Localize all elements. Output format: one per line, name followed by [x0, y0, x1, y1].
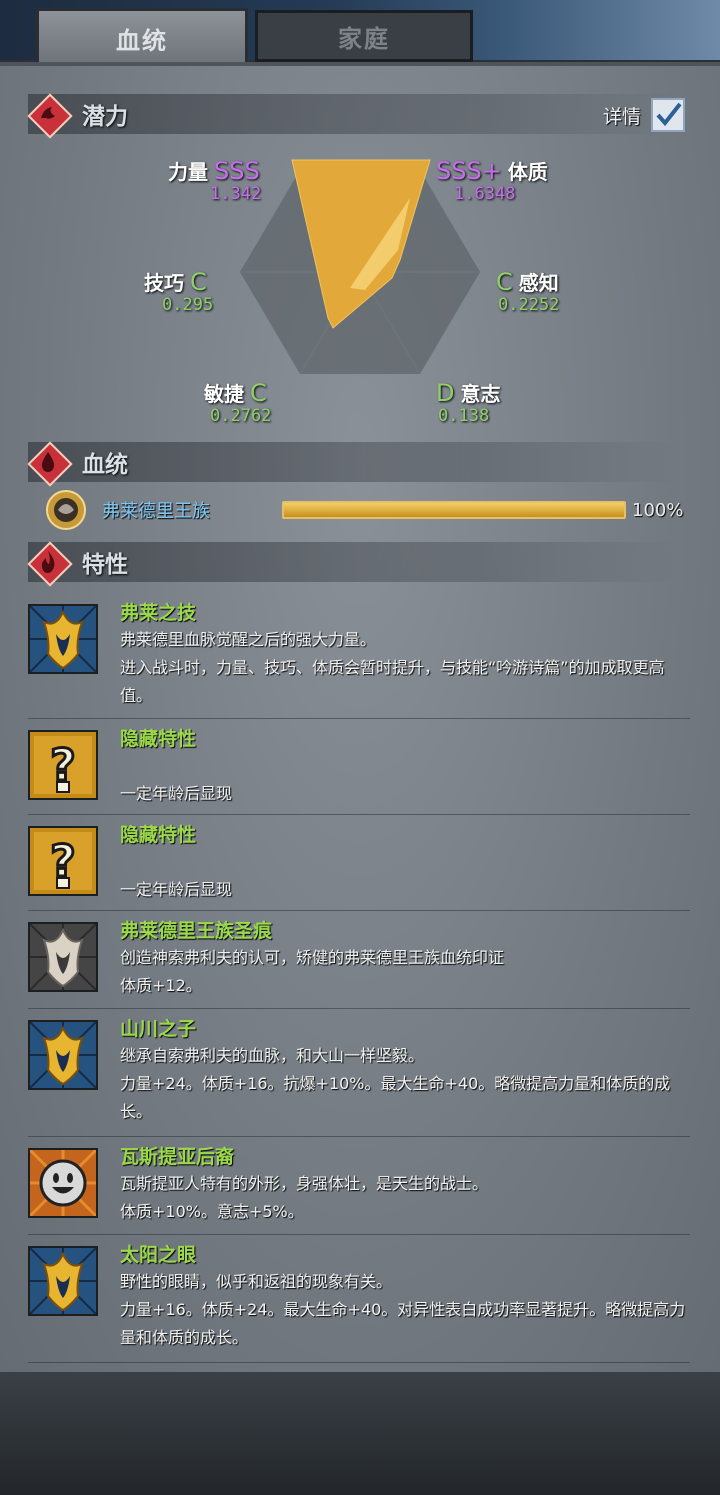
trait-description: 一定年龄后显现: [120, 880, 233, 899]
bloodline-name: 弗莱德里王族: [102, 501, 210, 522]
stat-strength-value: 1.342: [210, 184, 262, 204]
stat-perception-value: 0.2252: [498, 295, 560, 315]
trait-name: 弗莱德里王族圣痕: [120, 920, 273, 942]
stat-will-name: 意志: [460, 382, 501, 406]
traits-header: 特性: [27, 541, 678, 587]
trait-row[interactable]: 太阳之眼野性的眼睛，似乎和返祖的现象有关。 力量+16。体质+24。最大生命+4…: [28, 1240, 690, 1363]
flame-icon: [27, 541, 73, 587]
trait-description: 创造神索弗利夫的认可，矫健的弗莱德里王族血统印证 体质+12。: [120, 948, 505, 995]
potential-header: 潜力: [27, 93, 678, 139]
detail-toggle[interactable]: 详情: [603, 98, 686, 132]
golden-horn-crest-icon: [28, 1020, 98, 1090]
trait-row[interactable]: 瓦斯提亚后裔瓦斯提亚人特有的外形，身强体壮，是天生的战士。 体质+10%。意志+…: [28, 1142, 690, 1235]
trait-name: 隐藏特性: [120, 824, 197, 846]
stat-skill-value: 0.295: [162, 295, 214, 315]
potential-title: 潜力: [82, 104, 128, 130]
trait-description: 弗莱德里血脉觉醒之后的强大力量。 进入战斗时，力量、技巧、体质会暂时提升，与技能…: [120, 630, 665, 705]
stat-perception-grade: C: [496, 268, 513, 296]
stat-constitution-name: 体质: [507, 160, 548, 184]
trait-description: 继承自索弗利夫的血脉，和大山一样坚毅。 力量+24。体质+16。抗爆+10%。最…: [120, 1046, 671, 1121]
stat-will-value: 0.138: [438, 406, 490, 426]
golden-horn-crest-icon: [28, 604, 98, 674]
trait-name: 太阳之眼: [120, 1244, 197, 1266]
potential-icon: [27, 93, 73, 139]
stat-skill: 技巧 C 0.295: [144, 267, 213, 315]
stat-perception-name: 感知: [518, 271, 559, 295]
golden-horn-crest-icon: [28, 1246, 98, 1316]
bloodline-progress-fill: [284, 503, 624, 517]
blood-drop-icon: [27, 441, 73, 487]
stat-skill-grade: C: [190, 268, 207, 296]
stat-perception: C 感知 0.2252: [496, 267, 559, 315]
bloodline-header: 血统: [27, 441, 678, 487]
royal-emblem-icon: [46, 490, 86, 530]
trait-name: 山川之子: [120, 1018, 197, 1040]
stat-constitution-grade: SSS+: [436, 157, 502, 185]
traits-title: 特性: [82, 552, 128, 578]
stat-agility: 敏捷 C 0.2762: [204, 378, 273, 426]
trait-description: 野性的眼睛，似乎和返祖的现象有关。 力量+16。体质+24。最大生命+40。对异…: [120, 1272, 686, 1347]
stat-agility-name: 敏捷: [204, 382, 244, 406]
question-mark-icon: ?: [28, 730, 98, 800]
stat-agility-value: 0.2762: [210, 406, 272, 426]
potential-radar-chart: [240, 159, 480, 375]
stat-constitution: SSS+ 体质 1.6348: [436, 156, 548, 204]
trait-description: 瓦斯提亚人特有的外形，身强体壮，是天生的战士。 体质+10%。意志+5%。: [120, 1174, 489, 1221]
trait-name: 瓦斯提亚后裔: [120, 1146, 235, 1168]
stat-will: D 意志 0.138: [436, 378, 501, 426]
stat-strength: 力量 SSS 1.342: [168, 156, 266, 204]
trait-row[interactable]: ? 隐藏特性 一定年龄后显现: [28, 724, 690, 815]
checkmark-icon: [656, 102, 682, 127]
trait-row[interactable]: 弗莱德里王族圣痕创造神索弗利夫的认可，矫健的弗莱德里王族血统印证 体质+12。: [28, 916, 690, 1009]
smiling-face-icon: [28, 1148, 98, 1218]
question-mark-icon: ?: [28, 826, 98, 896]
stat-strength-name: 力量: [168, 160, 208, 184]
stat-agility-grade: C: [250, 379, 267, 407]
bloodline-row: 弗莱德里王族 100%: [42, 488, 702, 532]
bottom-bar: [0, 1372, 720, 1495]
stat-constitution-value: 1.6348: [454, 184, 516, 204]
bloodline-progress-label: 100%: [632, 499, 684, 521]
stat-skill-name: 技巧: [144, 271, 184, 295]
trait-name: 弗莱之技: [120, 602, 197, 624]
bloodline-progress-bar: [282, 501, 626, 519]
bloodline-title: 血统: [82, 452, 128, 478]
trait-name: 隐藏特性: [120, 728, 197, 750]
detail-checkbox[interactable]: [651, 98, 686, 132]
trait-row[interactable]: 弗莱之技弗莱德里血脉觉醒之后的强大力量。 进入战斗时，力量、技巧、体质会暂时提升…: [28, 598, 690, 719]
detail-label: 详情: [603, 105, 642, 128]
silver-horn-crest-icon: [28, 922, 98, 992]
trait-row[interactable]: ? 隐藏特性 一定年龄后显现: [28, 820, 690, 911]
stat-strength-grade: SSS: [214, 157, 260, 185]
trait-row[interactable]: 山川之子继承自索弗利夫的血脉，和大山一样坚毅。 力量+24。体质+16。抗爆+1…: [28, 1014, 690, 1137]
stat-will-grade: D: [436, 379, 455, 407]
tab-bloodline[interactable]: 血统: [36, 8, 248, 65]
tab-family[interactable]: 家庭: [255, 10, 473, 62]
trait-description: 一定年龄后显现: [120, 784, 233, 803]
